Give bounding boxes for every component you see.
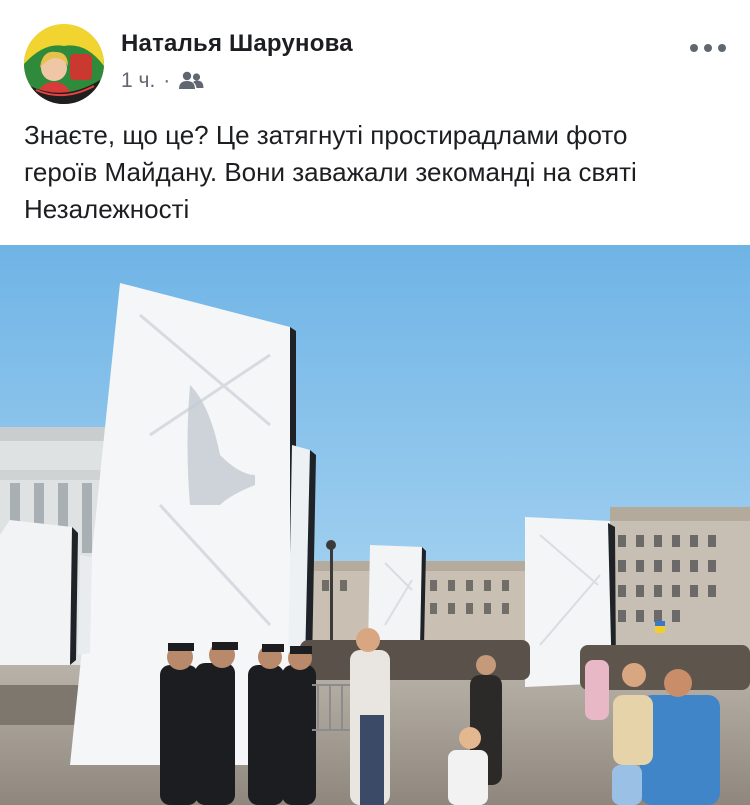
more-options-button[interactable] (690, 38, 726, 58)
post-text-line: героїв Майдану. Вони заважали зекоманді … (24, 157, 637, 187)
post-photo[interactable] (0, 245, 750, 805)
meta-separator: · (163, 69, 171, 92)
post-text-line: Незалежності (24, 194, 190, 224)
post-timestamp[interactable]: 1 ч. (121, 69, 155, 93)
more-dot-icon (704, 44, 712, 52)
more-dot-icon (718, 44, 726, 52)
post-text-line: Знаєте, що це? Це затягнуті простирадлам… (24, 120, 628, 150)
post-header: Наталья Шарунова 1 ч. · (0, 0, 750, 110)
post-meta: 1 ч. · (121, 68, 204, 94)
friends-icon[interactable] (178, 70, 204, 92)
author-avatar[interactable] (24, 24, 104, 104)
author-name[interactable]: Наталья Шарунова (121, 30, 353, 58)
covered-panel (288, 445, 316, 665)
post-text: Знаєте, що це? Це затягнуті простирадлам… (24, 117, 734, 228)
more-dot-icon (690, 44, 698, 52)
